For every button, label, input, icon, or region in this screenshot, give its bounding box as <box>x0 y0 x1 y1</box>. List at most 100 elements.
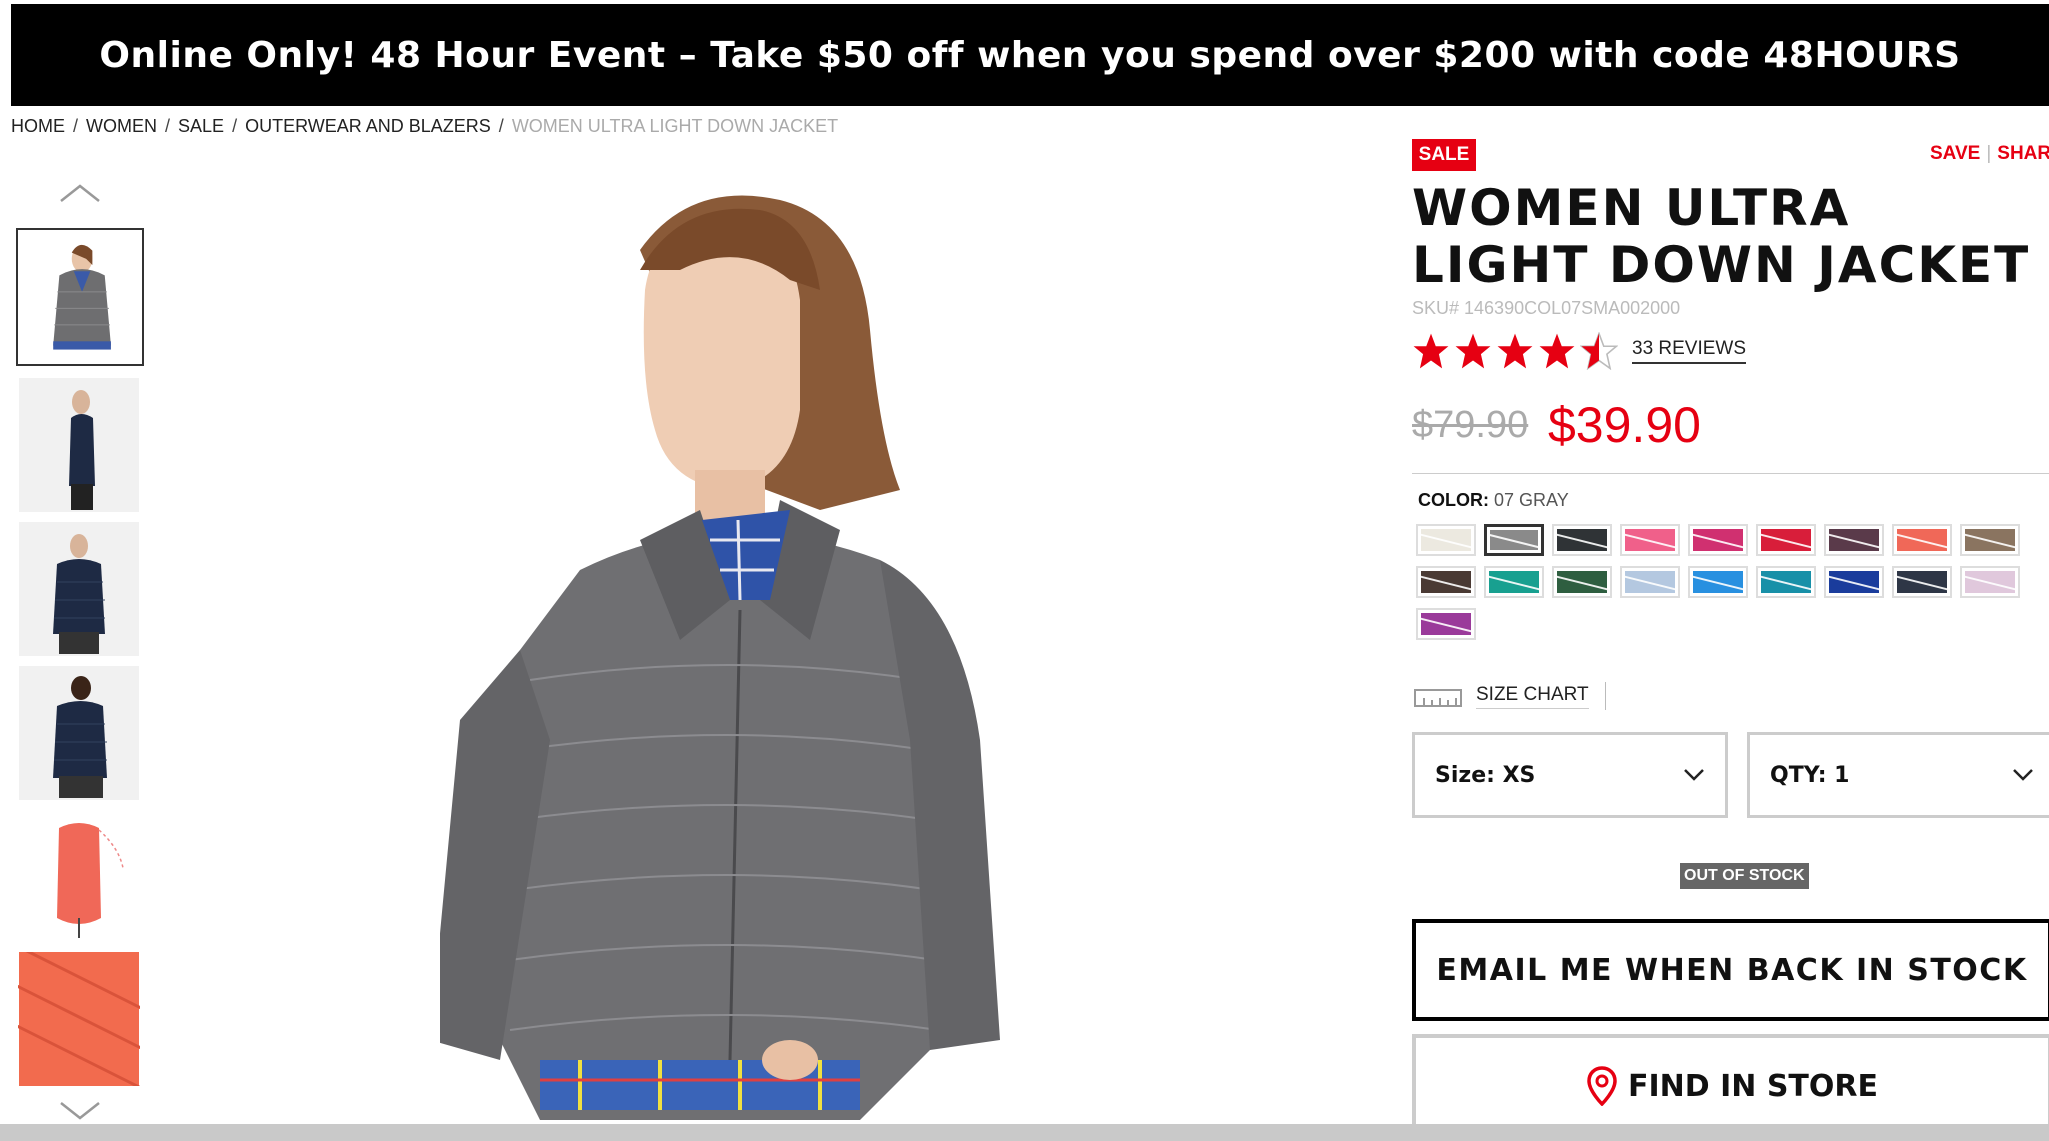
email-button-label: EMAIL ME WHEN BACK IN STOCK <box>1436 952 2028 988</box>
star-half-icon <box>1580 332 1618 370</box>
fabric-detail-thumbnail <box>18 952 140 1086</box>
breadcrumb-women[interactable]: WOMEN <box>86 116 157 137</box>
out-of-stock-badge: OUT OF STOCK <box>1680 863 1809 889</box>
color-swatch[interactable] <box>1824 566 1884 598</box>
promo-text: Online Only! 48 Hour Event – Take $50 of… <box>99 34 1961 76</box>
color-swatch-fill <box>1557 571 1607 593</box>
size-select[interactable]: Size: XS <box>1412 732 1728 818</box>
color-swatch-fill <box>1965 529 2015 551</box>
color-label: COLOR: 07 GRAY <box>1418 490 1569 511</box>
color-swatch-fill <box>1625 571 1675 593</box>
ruler-icon <box>1414 689 1462 707</box>
sale-price: $39.90 <box>1548 397 1701 453</box>
color-swatch[interactable] <box>1756 524 1816 556</box>
horizontal-scrollbar[interactable] <box>0 1124 2049 1141</box>
color-swatch-fill <box>1965 571 2015 593</box>
jacket-side-thumbnail <box>19 378 139 512</box>
color-swatch[interactable] <box>1960 524 2020 556</box>
thumbnail-back-navy[interactable] <box>18 666 140 800</box>
model-wearing-jacket-image <box>430 180 1120 1125</box>
color-swatch[interactable] <box>1620 566 1680 598</box>
breadcrumb-separator: / <box>165 116 171 136</box>
color-swatch[interactable] <box>1484 566 1544 598</box>
color-swatch[interactable] <box>1416 566 1476 598</box>
thumbnail-scroll-down-button[interactable] <box>58 1100 102 1122</box>
save-link[interactable]: SAVE <box>1930 143 1980 164</box>
product-sku: SKU# 146390COL07SMA002000 <box>1412 298 1681 318</box>
reviews-link[interactable]: 33 REVIEWS <box>1632 338 1747 364</box>
color-swatch[interactable] <box>1688 566 1748 598</box>
color-label-key: COLOR: <box>1418 490 1489 510</box>
color-swatch-fill <box>1897 571 1947 593</box>
chevron-down-icon <box>1684 769 1704 781</box>
chevron-up-icon <box>60 184 100 202</box>
thumbnail-front-navy[interactable] <box>18 522 140 656</box>
color-swatch-fill <box>1829 529 1879 551</box>
color-swatch-fill <box>1625 529 1675 551</box>
size-chart-divider <box>1604 682 1606 710</box>
thumbnail-fabric[interactable] <box>18 952 140 1086</box>
color-swatch-fill <box>1829 571 1879 593</box>
color-swatch[interactable] <box>1620 524 1680 556</box>
color-swatch[interactable] <box>1892 566 1952 598</box>
color-swatch[interactable] <box>1688 524 1748 556</box>
color-swatch[interactable] <box>1960 566 2020 598</box>
color-swatch[interactable] <box>1824 524 1884 556</box>
size-chart-link[interactable]: SIZE CHART <box>1414 682 1606 710</box>
breadcrumb-sale[interactable]: SALE <box>178 116 224 137</box>
color-swatch-fill <box>1761 529 1811 551</box>
star-full-icon <box>1539 333 1575 369</box>
color-swatch[interactable] <box>1756 566 1816 598</box>
share-link[interactable]: SHAR <box>1997 143 2049 164</box>
thumbnail-pouch[interactable] <box>18 808 140 942</box>
rating-stars[interactable] <box>1412 332 1618 370</box>
chevron-down-icon <box>2013 769 2033 781</box>
thumbnail-front[interactable] <box>16 228 144 366</box>
color-swatch-fill <box>1490 530 1538 550</box>
thumbnail-scroll-up-button[interactable] <box>58 182 102 204</box>
map-pin-icon <box>1587 1066 1617 1106</box>
original-price: $79.90 <box>1412 404 1529 446</box>
color-swatch[interactable] <box>1484 524 1544 556</box>
star-full-icon <box>1497 333 1533 369</box>
color-swatch-fill <box>1421 571 1471 593</box>
color-swatch[interactable] <box>1416 524 1476 556</box>
color-swatch-fill <box>1489 571 1539 593</box>
star-full-icon <box>1455 333 1491 369</box>
breadcrumb-separator: / <box>498 116 504 136</box>
sale-badge: SALE <box>1412 139 1476 171</box>
color-swatch-fill <box>1897 529 1947 551</box>
color-label-value: 07 GRAY <box>1494 490 1569 510</box>
price-divider <box>1412 473 2049 474</box>
color-swatch[interactable] <box>1552 524 1612 556</box>
quantity-select[interactable]: QTY: 1 <box>1747 732 2049 818</box>
breadcrumb-separator: / <box>232 116 238 136</box>
main-product-image[interactable] <box>430 180 1120 1125</box>
size-chart-label: SIZE CHART <box>1476 684 1589 709</box>
jacket-front-thumbnail <box>18 230 142 364</box>
product-title: WOMEN ULTRA LIGHT DOWN JACKET <box>1412 179 2031 294</box>
email-back-in-stock-button[interactable]: EMAIL ME WHEN BACK IN STOCK <box>1412 919 2049 1021</box>
star-full-icon <box>1413 333 1449 369</box>
thumbnail-side[interactable] <box>18 378 140 512</box>
color-swatch[interactable] <box>1892 524 1952 556</box>
breadcrumb-current: WOMEN ULTRA LIGHT DOWN JACKET <box>511 116 839 136</box>
color-swatch-fill <box>1557 529 1607 551</box>
promo-banner[interactable]: Online Only! 48 Hour Event – Take $50 of… <box>11 4 2049 106</box>
breadcrumb: HOME / WOMEN / SALE / OUTERWEAR AND BLAZ… <box>11 116 838 137</box>
chevron-down-icon <box>60 1102 100 1120</box>
breadcrumb-home[interactable]: HOME <box>11 116 65 137</box>
jacket-navy-thumbnail <box>19 522 139 656</box>
breadcrumb-outerwear[interactable]: OUTERWEAR AND BLAZERS <box>245 116 491 137</box>
color-swatch[interactable] <box>1552 566 1612 598</box>
color-swatch-fill <box>1761 571 1811 593</box>
quantity-select-value: QTY: 1 <box>1770 762 1850 788</box>
find-in-store-button[interactable]: FIND IN STORE <box>1412 1034 2049 1134</box>
find-in-store-label: FIND IN STORE <box>1628 1068 1878 1104</box>
color-swatch-fill <box>1421 529 1471 551</box>
color-swatch-fill <box>1421 613 1471 635</box>
size-select-value: Size: XS <box>1435 762 1536 788</box>
jacket-back-thumbnail <box>19 666 139 800</box>
stuff-sack-thumbnail <box>19 808 139 942</box>
color-swatch[interactable] <box>1416 608 1476 640</box>
